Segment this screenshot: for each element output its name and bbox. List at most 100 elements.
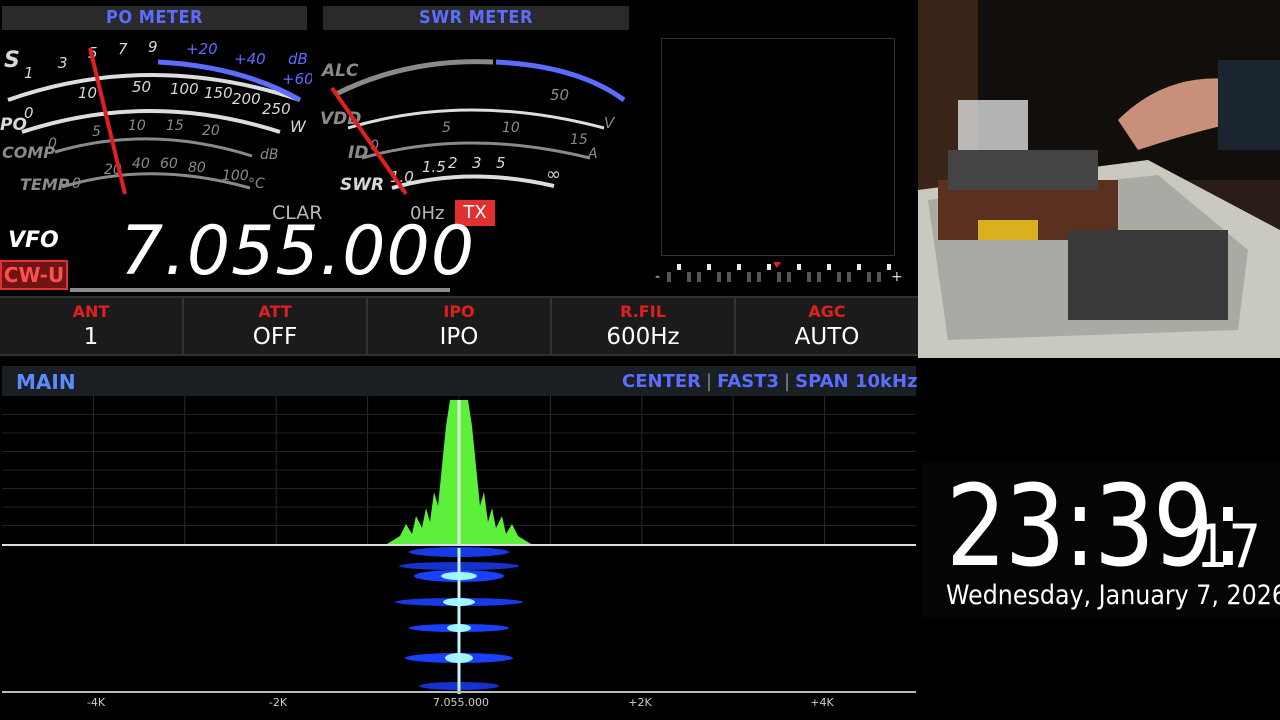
function-rfil[interactable]: R.FIL 600Hz xyxy=(552,298,736,354)
tuning-tick xyxy=(727,272,731,282)
function-title: ANT xyxy=(72,302,110,321)
spectrum-option-center[interactable]: CENTER xyxy=(622,371,701,392)
temp-label: TEMP xyxy=(20,175,70,194)
swr-meter: ALC VDD 50 V ID 0 5 10 15 A SWR 1.0 1.5 … xyxy=(318,32,638,200)
function-title: AGC xyxy=(808,302,846,321)
spectrum-span-value[interactable]: 10kHz xyxy=(855,371,918,392)
temp-unit: °C xyxy=(248,176,265,192)
function-value: 600Hz xyxy=(606,324,680,350)
s-scale-1: 1 xyxy=(24,64,34,82)
function-value: IPO xyxy=(439,324,479,350)
po-meter: S 1 3 5 7 9 +20 +40 dB +60 PO 0 10 50 10… xyxy=(0,32,312,200)
function-title: ATT xyxy=(258,302,292,321)
tuning-tick xyxy=(867,272,871,282)
tuning-tick xyxy=(777,272,781,282)
id-scale-15: 15 xyxy=(570,132,588,148)
s-scale-plus40: +40 xyxy=(234,50,266,68)
tuning-tick xyxy=(817,272,821,282)
tuning-tick xyxy=(757,272,761,282)
spectrum-main-label[interactable]: MAIN xyxy=(16,370,76,394)
function-value: OFF xyxy=(252,324,298,350)
tuning-plus: + xyxy=(891,269,903,285)
tuning-tick xyxy=(857,264,861,270)
po-scale-0: 0 xyxy=(24,104,34,122)
tuning-tick xyxy=(767,264,771,270)
id-scale-10: 10 xyxy=(502,120,520,136)
mode-badge[interactable]: CW-U xyxy=(0,260,68,290)
axis-tick: +2K xyxy=(628,696,652,709)
clock-seconds: 17 xyxy=(1196,512,1261,582)
swr-label: SWR xyxy=(340,175,384,195)
audio-scope-display xyxy=(661,38,895,256)
po-unit: W xyxy=(290,117,307,136)
tuning-tick xyxy=(697,272,701,282)
tuning-tick xyxy=(887,264,891,270)
s-scale-7: 7 xyxy=(118,40,128,58)
vdd-scale-50: 50 xyxy=(550,86,569,104)
s-scale-9: 9 xyxy=(148,38,158,56)
temp-scale-0: 0 xyxy=(72,176,81,192)
tuning-tick xyxy=(737,264,741,270)
id-scale-5: 5 xyxy=(442,120,451,136)
alc-label: ALC xyxy=(320,61,359,81)
waterfall xyxy=(395,547,523,694)
s-label: S xyxy=(4,48,20,73)
swr-scale-2: 2 xyxy=(448,154,458,172)
swr-scale-5: 5 xyxy=(496,154,506,172)
function-att[interactable]: ATT OFF xyxy=(184,298,368,354)
comp-scale-20: 20 xyxy=(202,123,220,139)
vfo-label: VFO xyxy=(8,228,59,253)
po-scale-150: 150 xyxy=(204,84,233,102)
temp-scale-60: 60 xyxy=(160,156,178,172)
tuning-tick xyxy=(667,272,671,282)
id-unit: A xyxy=(587,146,598,162)
temp-scale-40: 40 xyxy=(132,156,150,172)
tuning-tick xyxy=(707,264,711,270)
po-scale-10: 10 xyxy=(78,84,97,102)
function-bar: ANT 1 ATT OFF IPO IPO R.FIL 600Hz AGC AU… xyxy=(0,296,918,356)
tuning-tick xyxy=(847,272,851,282)
po-meter-title: PO METER xyxy=(2,6,307,30)
id-label: ID xyxy=(348,143,368,163)
function-agc[interactable]: AGC AUTO xyxy=(736,298,918,354)
tuning-tick xyxy=(827,264,831,270)
comp-scale-15: 15 xyxy=(166,118,184,134)
spectrum-axis: -4K -2K 7.055.000 +2K +4K xyxy=(2,694,916,714)
s-scale-3: 3 xyxy=(58,54,68,72)
spectrum-option-speed[interactable]: FAST3 xyxy=(717,371,779,392)
camera-feed-image xyxy=(918,0,1280,358)
function-value: 1 xyxy=(83,324,99,350)
tuning-tick xyxy=(837,272,841,282)
spectrum-option-span[interactable]: SPAN xyxy=(795,371,849,392)
po-scale-100: 100 xyxy=(170,80,199,98)
vfo-frequency[interactable]: 7.055.000 xyxy=(120,212,475,291)
function-ipo[interactable]: IPO IPO xyxy=(368,298,552,354)
function-value: AUTO xyxy=(794,324,860,350)
function-title: IPO xyxy=(443,302,475,321)
swr-scale-inf: ∞ xyxy=(546,164,561,185)
vdd-unit: V xyxy=(604,114,616,132)
tuning-tick xyxy=(687,272,691,282)
axis-tick: 7.055.000 xyxy=(433,696,489,709)
function-ant[interactable]: ANT 1 xyxy=(0,298,184,354)
s-scale-plus60: +60 xyxy=(282,70,312,88)
clock-date: Wednesday, January 7, 2026 xyxy=(946,580,1280,611)
axis-tick: -2K xyxy=(268,696,288,709)
axis-tick: -4K xyxy=(86,696,106,709)
temp-scale-80: 80 xyxy=(188,160,206,176)
axis-tick: +4K xyxy=(810,696,834,709)
swr-scale-3: 3 xyxy=(472,154,482,172)
po-scale-250: 250 xyxy=(262,100,291,118)
po-scale-50: 50 xyxy=(132,78,151,96)
tuning-tick xyxy=(717,272,721,282)
frequency-underline xyxy=(70,288,450,292)
comp-scale-5: 5 xyxy=(92,124,101,140)
tuning-scale: - + xyxy=(655,260,905,286)
spectrum-scope[interactable] xyxy=(2,396,916,696)
comp-scale-0: 0 xyxy=(48,136,57,152)
s-unit: dB xyxy=(288,50,308,68)
tuning-tick xyxy=(877,272,881,282)
swr-meter-title: SWR METER xyxy=(323,6,629,30)
comp-unit: dB xyxy=(260,147,279,163)
tuning-ticks xyxy=(667,264,891,282)
